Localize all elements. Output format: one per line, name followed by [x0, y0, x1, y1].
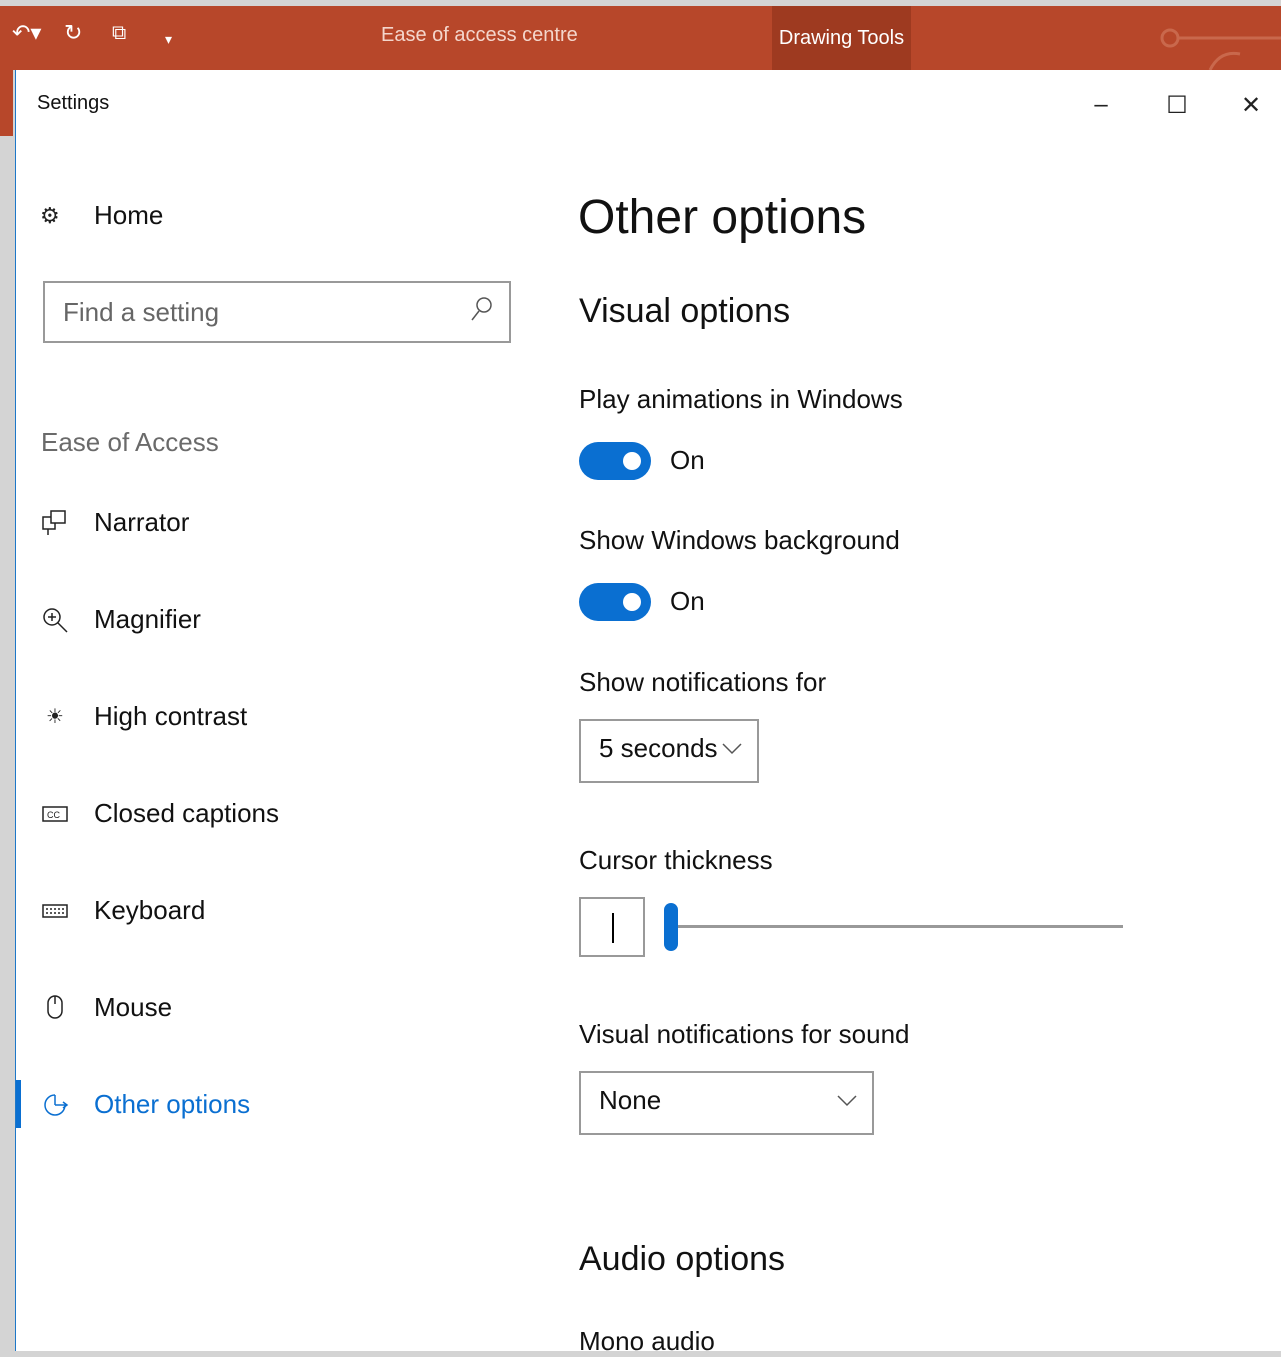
keyboard-icon: [40, 896, 70, 926]
sidebar-item-narrator[interactable]: Narrator: [40, 507, 189, 538]
slider-thumb[interactable]: [664, 903, 678, 951]
sidebar-item-label: High contrast: [94, 701, 248, 731]
section-label: Ease of Access: [41, 427, 219, 457]
mouse-icon: [40, 993, 70, 1023]
sidebar-item-mouse[interactable]: Mouse: [40, 992, 172, 1023]
cursor-thickness-slider[interactable]: [666, 925, 1123, 928]
maximize-button[interactable]: ☐: [1142, 80, 1212, 130]
cursor-thickness-label: Cursor thickness: [579, 845, 773, 875]
mono-audio-label: Mono audio: [579, 1326, 715, 1356]
search-input[interactable]: Find a setting: [43, 281, 511, 343]
settings-window: Settings – ☐ ✕ ⚙ Home Find a setting Eas…: [15, 70, 1281, 1356]
chevron-down-icon: [722, 743, 742, 755]
page-title: Other options: [578, 191, 867, 244]
background-label: Show Windows background: [579, 525, 900, 555]
sidebar-item-label: Mouse: [94, 992, 173, 1022]
powerpoint-window-edge: [0, 70, 13, 136]
customize-icon[interactable]: ▾: [165, 28, 172, 50]
background-toggle[interactable]: [579, 583, 651, 621]
home-label: Home: [94, 200, 164, 230]
redo-icon[interactable]: ↻: [64, 22, 82, 44]
magnifier-icon: [40, 605, 70, 635]
animations-state: On: [670, 445, 705, 475]
maximize-icon: ☐: [1166, 91, 1188, 119]
high-contrast-icon: ☀: [46, 706, 64, 728]
drawing-tools-label: Drawing Tools: [778, 26, 905, 49]
window-title: Settings: [37, 92, 110, 114]
closed-captions-icon: CC: [40, 799, 70, 829]
other-options-icon: [40, 1090, 70, 1120]
animations-toggle[interactable]: [579, 442, 651, 480]
sidebar-item-label: Other options: [94, 1089, 251, 1119]
sidebar-item-label: Narrator: [94, 507, 190, 537]
notifications-value: 5 seconds: [599, 733, 718, 763]
toggle-knob: [623, 593, 641, 611]
notifications-label: Show notifications for: [579, 667, 827, 697]
sidebar-item-keyboard[interactable]: Keyboard: [40, 895, 205, 926]
minimize-icon: –: [1094, 91, 1108, 118]
drawing-tools-tab[interactable]: Drawing Tools: [772, 6, 911, 70]
undo-icon[interactable]: ↶▾: [12, 22, 41, 44]
close-icon: ✕: [1240, 91, 1262, 119]
sidebar-item-label: Magnifier: [94, 604, 201, 634]
home-nav-item[interactable]: ⚙ Home: [40, 200, 163, 231]
sidebar-item-label: Closed captions: [94, 798, 279, 828]
active-indicator: [16, 1080, 21, 1128]
powerpoint-document-title: Ease of access centre: [381, 24, 578, 46]
powerpoint-title-bar: [0, 6, 1281, 70]
sound-notifications-dropdown[interactable]: None: [579, 1071, 874, 1135]
cursor-preview: [579, 897, 645, 957]
visual-options-heading: Visual options: [579, 292, 791, 330]
toggle-knob: [623, 452, 641, 470]
svg-text:CC: CC: [47, 810, 60, 820]
sidebar-item-magnifier[interactable]: Magnifier: [40, 604, 201, 635]
minimize-button[interactable]: –: [1066, 80, 1136, 130]
audio-options-heading: Audio options: [579, 1240, 786, 1278]
sidebar-item-closed-captions[interactable]: CC Closed captions: [40, 798, 279, 829]
notifications-dropdown[interactable]: 5 seconds: [579, 719, 759, 783]
sidebar-item-label: Keyboard: [94, 895, 206, 925]
background-state: On: [670, 586, 705, 616]
gear-icon: ⚙: [40, 202, 60, 228]
close-button[interactable]: ✕: [1216, 80, 1281, 130]
search-icon: [471, 297, 492, 321]
sound-notifications-value: None: [599, 1085, 662, 1115]
sound-notifications-label: Visual notifications for sound: [579, 1019, 910, 1049]
sidebar-item-other-options[interactable]: Other options: [40, 1089, 250, 1120]
ribbon-decoration: [1150, 20, 1281, 70]
search-placeholder: Find a setting: [63, 297, 220, 327]
animations-label: Play animations in Windows: [579, 384, 903, 414]
chevron-down-icon: [837, 1095, 857, 1107]
narrator-icon: [40, 508, 70, 538]
cursor-preview-bar: [612, 913, 614, 943]
sidebar-item-high-contrast[interactable]: ☀ High contrast: [40, 701, 247, 732]
slideshow-icon[interactable]: ⧉: [112, 22, 126, 44]
